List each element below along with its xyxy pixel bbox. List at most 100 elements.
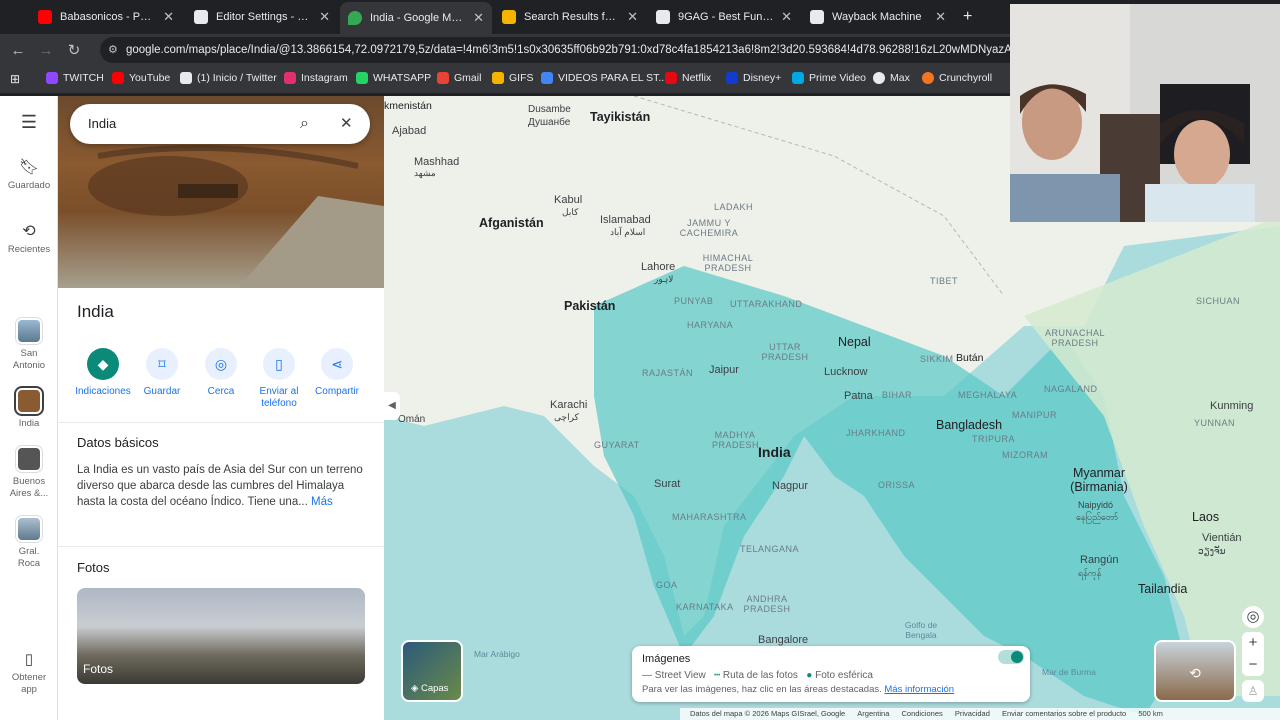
map-label: Laos — [1192, 510, 1220, 524]
zoom-out-button[interactable]: − — [1242, 654, 1264, 676]
twitch-icon — [46, 72, 58, 84]
tab-5[interactable]: Wayback Machine ✕ — [802, 4, 954, 30]
recent-buenos-aires[interactable]: Buenos Aires &... — [0, 446, 58, 500]
map-label: Golfo de Bengala — [904, 620, 938, 640]
site-info-icon[interactable]: ⚙ — [108, 43, 118, 56]
close-icon[interactable]: ✕ — [319, 9, 330, 25]
apps-grid-icon[interactable]: ⊞ — [10, 72, 20, 86]
tab-0[interactable]: Babasonicos - Putita (✕ — [30, 4, 182, 30]
collapse-panel-button[interactable]: ◀ — [384, 392, 400, 420]
tab-title: India - Google Maps — [370, 12, 468, 24]
close-icon[interactable]: ✕ — [935, 9, 946, 25]
photos-thumbnail[interactable]: Fotos — [77, 588, 365, 684]
bookmark-prime[interactable]: Prime Video — [792, 72, 866, 84]
tab-1[interactable]: Editor Settings - 7TV ✕ — [186, 4, 338, 30]
map-label: Ajabad — [392, 125, 427, 137]
bookmark-twitter[interactable]: (1) Inicio / Twitter — [180, 72, 277, 84]
bookmark-gifs[interactable]: GIFS — [492, 72, 534, 84]
new-tab-button[interactable]: + — [955, 4, 981, 30]
close-icon[interactable]: ✕ — [340, 104, 353, 144]
bookmark-videos[interactable]: VIDEOS PARA EL ST... — [541, 72, 667, 84]
nearby-icon: ◎ — [205, 348, 237, 380]
save-button[interactable]: ⌑ Guardar — [132, 348, 192, 398]
pegman-icon[interactable]: ♙ — [1242, 680, 1264, 702]
reload-icon[interactable]: ↻ — [60, 41, 88, 59]
images-toggle[interactable] — [998, 650, 1024, 664]
bookmark-instagram[interactable]: Instagram — [284, 72, 348, 84]
bookmark-label: Disney+ — [743, 72, 782, 84]
more-link[interactable]: Más — [311, 496, 333, 508]
back-arrow-icon[interactable]: ← — [4, 42, 32, 59]
forward-arrow-icon[interactable]: → — [32, 42, 60, 59]
menu-icon[interactable]: ☰ — [0, 113, 58, 131]
map-label: MIZORAM — [1002, 450, 1048, 460]
map-label: HIMACHAL PRADESH — [702, 253, 754, 273]
phone-icon: ▯ — [24, 651, 34, 668]
close-icon[interactable]: ✕ — [163, 9, 174, 25]
search-input[interactable]: India — [88, 116, 116, 131]
tab-3[interactable]: Search Results for 'act ✕ — [494, 4, 646, 30]
close-icon[interactable]: ✕ — [781, 9, 792, 25]
feedback-link[interactable]: Enviar comentarios sobre el producto — [1002, 709, 1126, 718]
saved-button[interactable]: 🔖︎ Guardado — [0, 160, 58, 192]
terms-link[interactable]: Condiciones — [902, 709, 943, 718]
place-title: India — [77, 302, 114, 321]
more-info-link[interactable]: Más información — [884, 684, 954, 695]
bookmark-youtube[interactable]: YouTube — [112, 72, 170, 84]
bookmark-whatsapp[interactable]: WHATSAPP — [356, 72, 431, 84]
share-button[interactable]: ⋖ Compartir — [307, 348, 367, 398]
scale-label[interactable]: 500 km — [1138, 709, 1163, 718]
region-link[interactable]: Argentina — [857, 709, 889, 718]
url-field[interactable]: google.com/maps/place/India/@13.3866154,… — [100, 37, 1020, 63]
search-box[interactable]: India ⌕ ✕ — [70, 104, 370, 144]
map-label: Islamabad — [600, 214, 651, 226]
map-label: Dusambe — [528, 104, 571, 115]
action-label: Indicaciones — [75, 386, 131, 397]
nearby-button[interactable]: ◎ Cerca — [191, 348, 251, 398]
get-app-label: Obtener app — [11, 672, 47, 695]
privacy-link[interactable]: Privacidad — [955, 709, 990, 718]
bookmark-gmail[interactable]: Gmail — [437, 72, 481, 84]
bookmark-label: Prime Video — [809, 72, 867, 84]
recent-india[interactable]: India — [0, 388, 58, 430]
bookmark-netflix[interactable]: Netflix — [665, 72, 711, 84]
tab-4[interactable]: 9GAG - Best Funny Me ✕ — [648, 4, 800, 30]
my-location-icon[interactable]: ◎ — [1242, 606, 1264, 628]
tab-title: Search Results for 'act — [524, 11, 621, 23]
bookmark-crunchyroll[interactable]: Crunchyroll — [922, 72, 992, 84]
close-icon[interactable]: ✕ — [473, 10, 484, 26]
recent-gral-roca[interactable]: Gral. Roca — [0, 516, 58, 570]
disney-icon — [726, 72, 738, 84]
bookmark-label: YouTube — [129, 72, 171, 84]
search-icon[interactable]: ⌕ — [300, 104, 309, 144]
place-thumbnail — [16, 446, 42, 472]
street-view-preview[interactable]: ⟲ — [1154, 640, 1236, 702]
tab-2[interactable]: India - Google Maps ✕ — [340, 2, 492, 34]
layers-button[interactable]: ◈ Capas — [401, 640, 463, 702]
map-label: MAHARASHTRA — [672, 512, 747, 522]
map-label: UTTARAKHAND — [730, 299, 803, 309]
close-icon[interactable]: ✕ — [627, 9, 638, 25]
zoom-in-button[interactable]: + — [1242, 632, 1264, 654]
bookmark-icon: ⌑ — [146, 348, 178, 380]
map-label: ARUNACHAL PRADESH — [1044, 328, 1105, 348]
bookmark-label: Crunchyroll — [939, 72, 993, 84]
bookmark-disney[interactable]: Disney+ — [726, 72, 781, 84]
recent-san-antonio[interactable]: San Antonio — [0, 318, 58, 372]
bookmark-max[interactable]: Max — [873, 72, 910, 84]
place-thumbnail — [16, 388, 42, 414]
get-app-button[interactable]: ▯ Obtener app — [0, 651, 58, 696]
recent-button[interactable]: ⟲ Recientes — [0, 224, 58, 256]
recent-place-label: San Antonio — [12, 348, 46, 371]
directions-button[interactable]: ◆ Indicaciones — [73, 348, 133, 398]
webcam-overlay — [1010, 4, 1280, 222]
map-label: Rangún — [1080, 554, 1119, 566]
recent-place-label: Gral. Roca — [17, 546, 41, 569]
bookmark-twitch[interactable]: TWITCH — [46, 72, 104, 84]
images-card: Imágenes — Street View ┅ Ruta de las fot… — [632, 646, 1030, 702]
action-label: Compartir — [315, 386, 359, 397]
folder-icon — [541, 72, 553, 84]
map-label: Mashhad — [414, 156, 460, 168]
send-to-phone-button[interactable]: ▯ Enviar al teléfono — [249, 348, 309, 410]
recent-place-label: Buenos Aires &... — [9, 476, 49, 499]
